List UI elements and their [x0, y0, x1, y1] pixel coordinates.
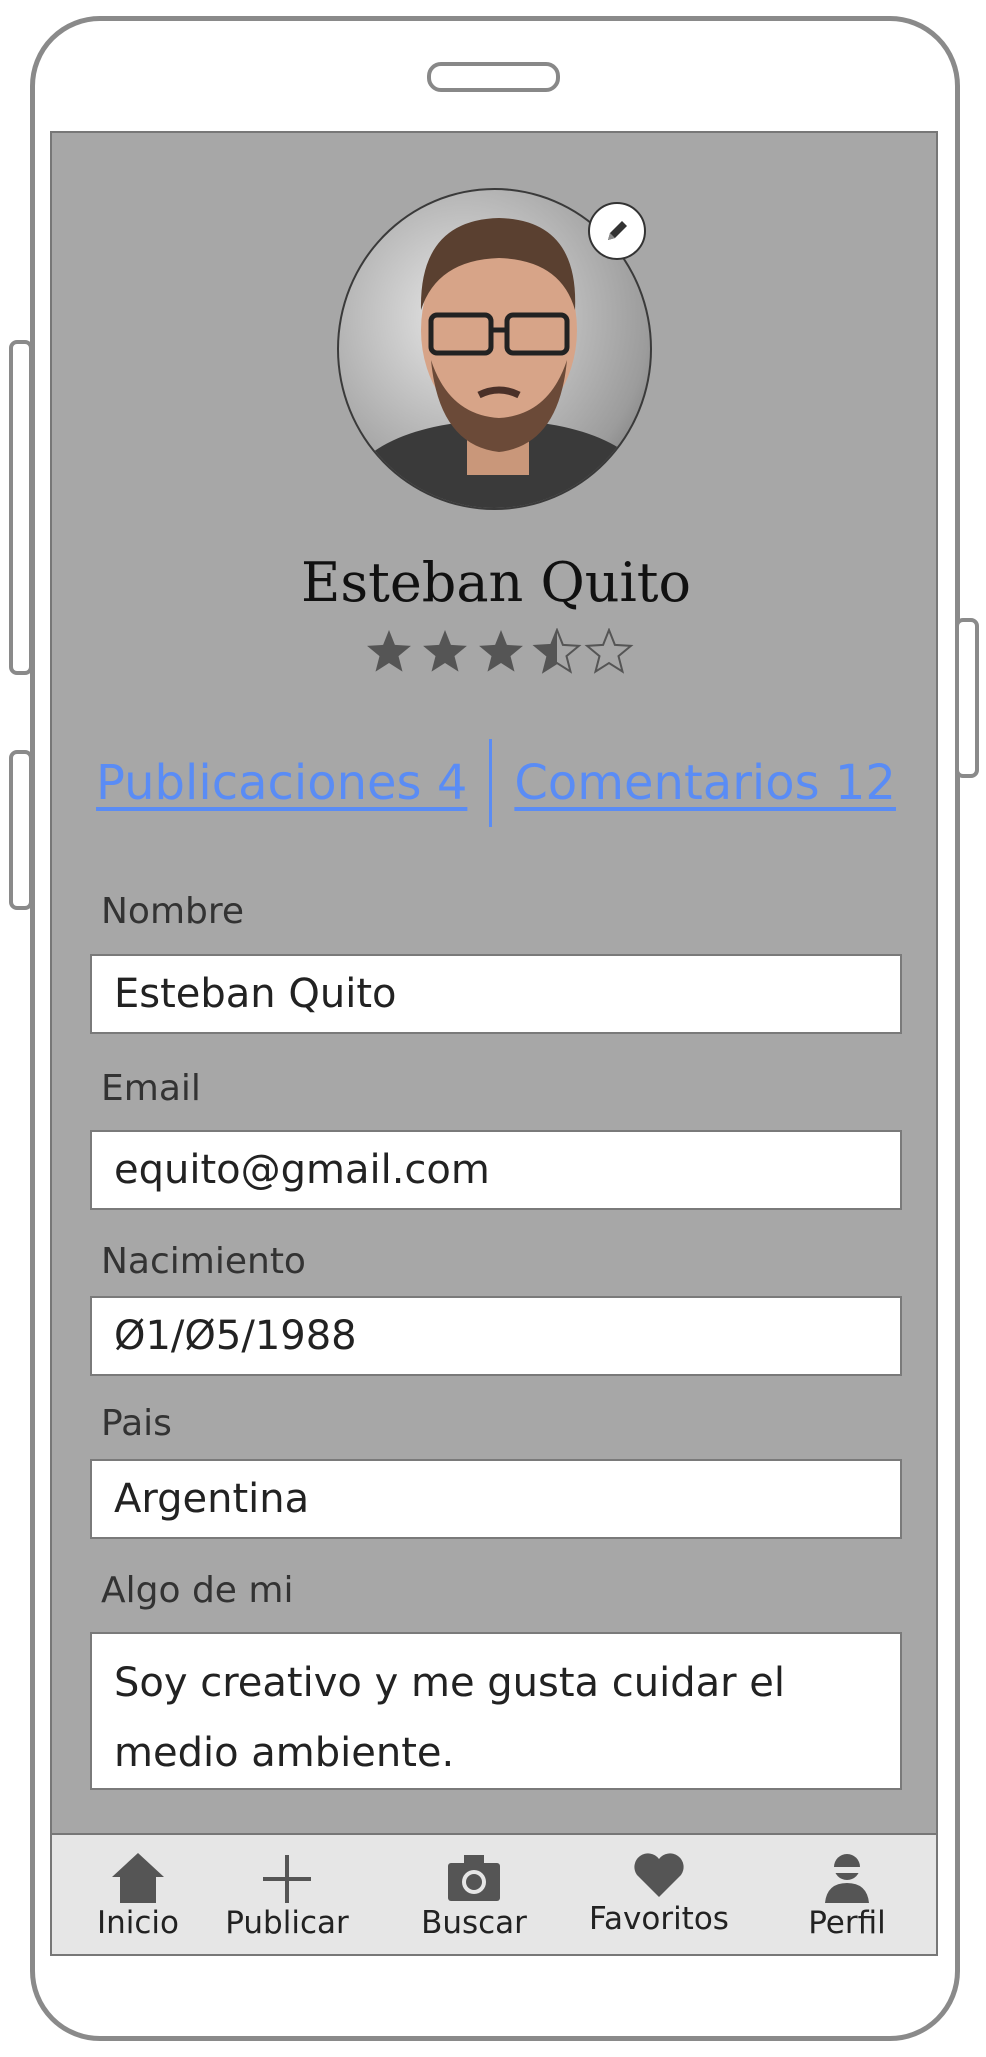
- side-button-left-bottom: [9, 750, 33, 910]
- tab-inicio[interactable]: Inicio: [82, 1849, 194, 1941]
- bottom-tab-bar: Inicio Publicar Buscar Favoritos Perfil: [52, 1833, 936, 1954]
- edit-photo-button[interactable]: [588, 202, 646, 260]
- side-button-left-top: [9, 340, 33, 675]
- side-button-right: [955, 618, 979, 778]
- name-field[interactable]: Esteban Quito: [90, 954, 902, 1034]
- tab-publicar[interactable]: Publicar: [222, 1849, 352, 1941]
- tab-perfil[interactable]: Perfil: [797, 1849, 897, 1941]
- about-label: Algo de mi: [101, 1570, 294, 1611]
- plus-icon: [263, 1855, 311, 1903]
- profile-screen: Esteban Quito Publicaciones 4 Comentario…: [50, 131, 938, 1956]
- profile-stats: Publicaciones 4 Comentarios 12: [52, 733, 936, 833]
- tab-buscar[interactable]: Buscar: [414, 1849, 534, 1941]
- posts-link[interactable]: Publicaciones 4: [96, 755, 467, 811]
- birth-date-label: Nacimiento: [101, 1241, 306, 1282]
- star-empty-icon: [584, 628, 634, 674]
- star-full-icon: [367, 630, 411, 672]
- rating-stars: [367, 628, 634, 674]
- comments-link[interactable]: Comentarios 12: [514, 755, 896, 811]
- email-field[interactable]: equito@gmail.com: [90, 1130, 902, 1210]
- tab-label: Publicar: [225, 1905, 349, 1941]
- birth-date-field[interactable]: Ø1/Ø5/1988: [90, 1296, 902, 1376]
- heart-icon: [634, 1853, 684, 1897]
- about-field[interactable]: Soy creativo y me gusta cuidar el medio …: [90, 1632, 902, 1790]
- camera-icon: [448, 1855, 500, 1901]
- pencil-icon: [608, 221, 627, 240]
- user-icon: [825, 1854, 869, 1903]
- star-half-icon: [532, 628, 582, 674]
- user-name: Esteban Quito: [300, 551, 692, 614]
- stats-divider: [489, 739, 493, 827]
- phone-speaker: [427, 62, 560, 92]
- name-label: Nombre: [101, 891, 245, 932]
- country-field[interactable]: Argentina: [90, 1459, 902, 1539]
- tab-label: Buscar: [421, 1905, 527, 1941]
- star-full-icon: [423, 630, 467, 672]
- tab-favoritos[interactable]: Favoritos: [584, 1849, 734, 1937]
- tab-label: Perfil: [808, 1905, 886, 1941]
- home-icon: [112, 1853, 164, 1903]
- star-full-icon: [479, 630, 523, 672]
- country-label: Pais: [101, 1403, 172, 1444]
- tab-label: Favoritos: [589, 1901, 729, 1937]
- email-label: Email: [101, 1068, 201, 1109]
- tab-label: Inicio: [96, 1905, 180, 1941]
